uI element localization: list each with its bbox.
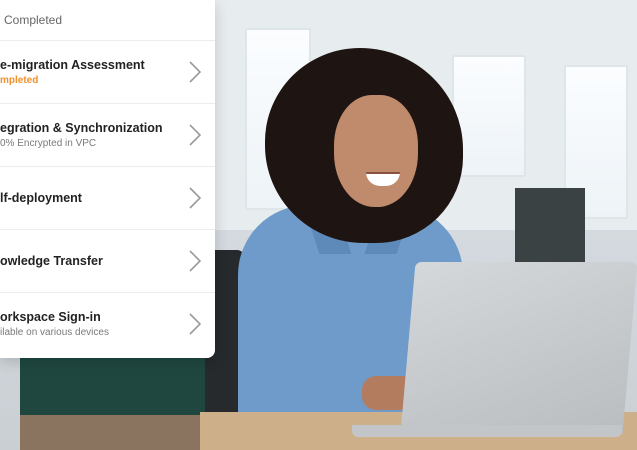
chevron-right-icon[interactable] — [189, 124, 201, 146]
chevron-right-icon[interactable] — [189, 187, 201, 209]
service-steps-card: Completed e-migration Assessment mpleted… — [0, 0, 215, 358]
completed-label: Completed — [4, 13, 63, 27]
floor — [20, 415, 220, 450]
item-title: owledge Transfer — [0, 254, 103, 268]
shelf — [515, 188, 585, 268]
chevron-right-icon[interactable] — [189, 313, 201, 335]
item-subtitle: ilable on various devices — [0, 327, 109, 338]
item-title: lf-deployment — [0, 191, 82, 205]
laptop-base — [352, 425, 622, 437]
person-face — [334, 95, 418, 207]
list-item-knowledge-transfer[interactable]: owledge Transfer — [0, 230, 215, 293]
window — [452, 55, 526, 177]
item-title: orkspace Sign-in — [0, 310, 101, 324]
item-subtitle: 0% Encrypted in VPC — [0, 138, 97, 149]
list-item-pre-migration-assessment[interactable]: e-migration Assessment mpleted — [0, 41, 215, 104]
chevron-right-icon[interactable] — [189, 61, 201, 83]
item-title: egration & Synchronization — [0, 121, 163, 135]
item-status-completed: mpleted — [0, 75, 39, 86]
item-title: e-migration Assessment — [0, 58, 145, 72]
list-item-integration-synchronization[interactable]: egration & Synchronization 0% Encrypted … — [0, 104, 215, 167]
completed-row: Completed — [0, 0, 215, 41]
list-item-self-deployment[interactable]: lf-deployment — [0, 167, 215, 230]
laptop — [400, 262, 637, 434]
list-item-workspace-sign-in[interactable]: orkspace Sign-in ilable on various devic… — [0, 293, 215, 355]
chevron-right-icon[interactable] — [189, 250, 201, 272]
